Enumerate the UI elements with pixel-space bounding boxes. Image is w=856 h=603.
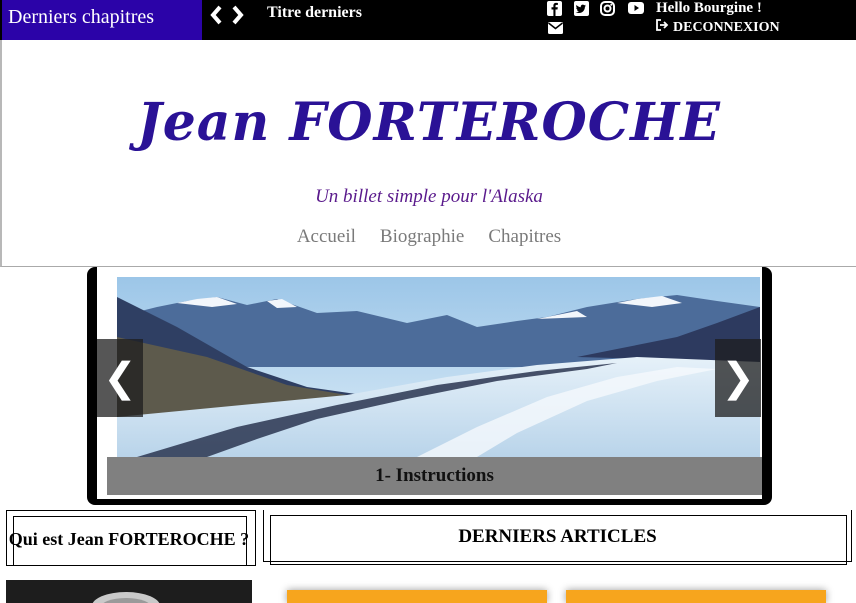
nav-item-accueil[interactable]: Accueil xyxy=(297,226,356,248)
sign-out-icon xyxy=(656,19,669,36)
main-nav: Accueil Biographie Chapitres xyxy=(2,226,856,248)
article-card[interactable] xyxy=(287,590,547,603)
site-header: Jean FORTEROCHE Un billet simple pour l'… xyxy=(0,40,856,267)
articles-title: DERNIERS ARTICLES xyxy=(458,526,657,547)
facebook-icon[interactable] xyxy=(547,1,563,17)
greeting-text: Hello Bourgine ! xyxy=(656,0,762,16)
about-title: Qui est Jean FORTEROCHE ? xyxy=(8,529,250,549)
author-portrait xyxy=(6,580,252,603)
twitter-icon[interactable] xyxy=(574,1,590,17)
slide-caption[interactable]: 1- Instructions xyxy=(107,457,762,495)
nav-item-biographie[interactable]: Biographie xyxy=(380,226,464,248)
slider-next-button[interactable]: ❯ xyxy=(715,339,761,417)
slider-prev-button[interactable]: ❮ xyxy=(97,339,143,417)
logout-link[interactable]: DECONNEXION xyxy=(656,19,780,36)
top-bar: Derniers chapitres Titre derniers Hello … xyxy=(0,0,856,40)
chevron-left-icon[interactable] xyxy=(210,4,224,26)
ticker-title[interactable]: Titre derniers xyxy=(267,4,362,22)
logout-label: DECONNEXION xyxy=(673,19,780,35)
chapter-slider: 1- Instructions xyxy=(87,267,772,505)
ticker-nav xyxy=(210,3,244,27)
instagram-icon[interactable] xyxy=(600,1,616,17)
site-logo[interactable]: Jean FORTEROCHE xyxy=(2,92,856,153)
article-card[interactable] xyxy=(566,590,826,603)
site-tagline: Un billet simple pour l'Alaska xyxy=(315,186,543,207)
nav-item-chapitres[interactable]: Chapitres xyxy=(488,226,561,248)
slide-image[interactable] xyxy=(117,277,760,457)
latest-chapters-tag[interactable]: Derniers chapitres xyxy=(2,0,202,40)
youtube-icon[interactable] xyxy=(628,2,644,18)
chevron-right-icon[interactable] xyxy=(230,4,244,26)
mail-icon[interactable] xyxy=(548,21,564,37)
